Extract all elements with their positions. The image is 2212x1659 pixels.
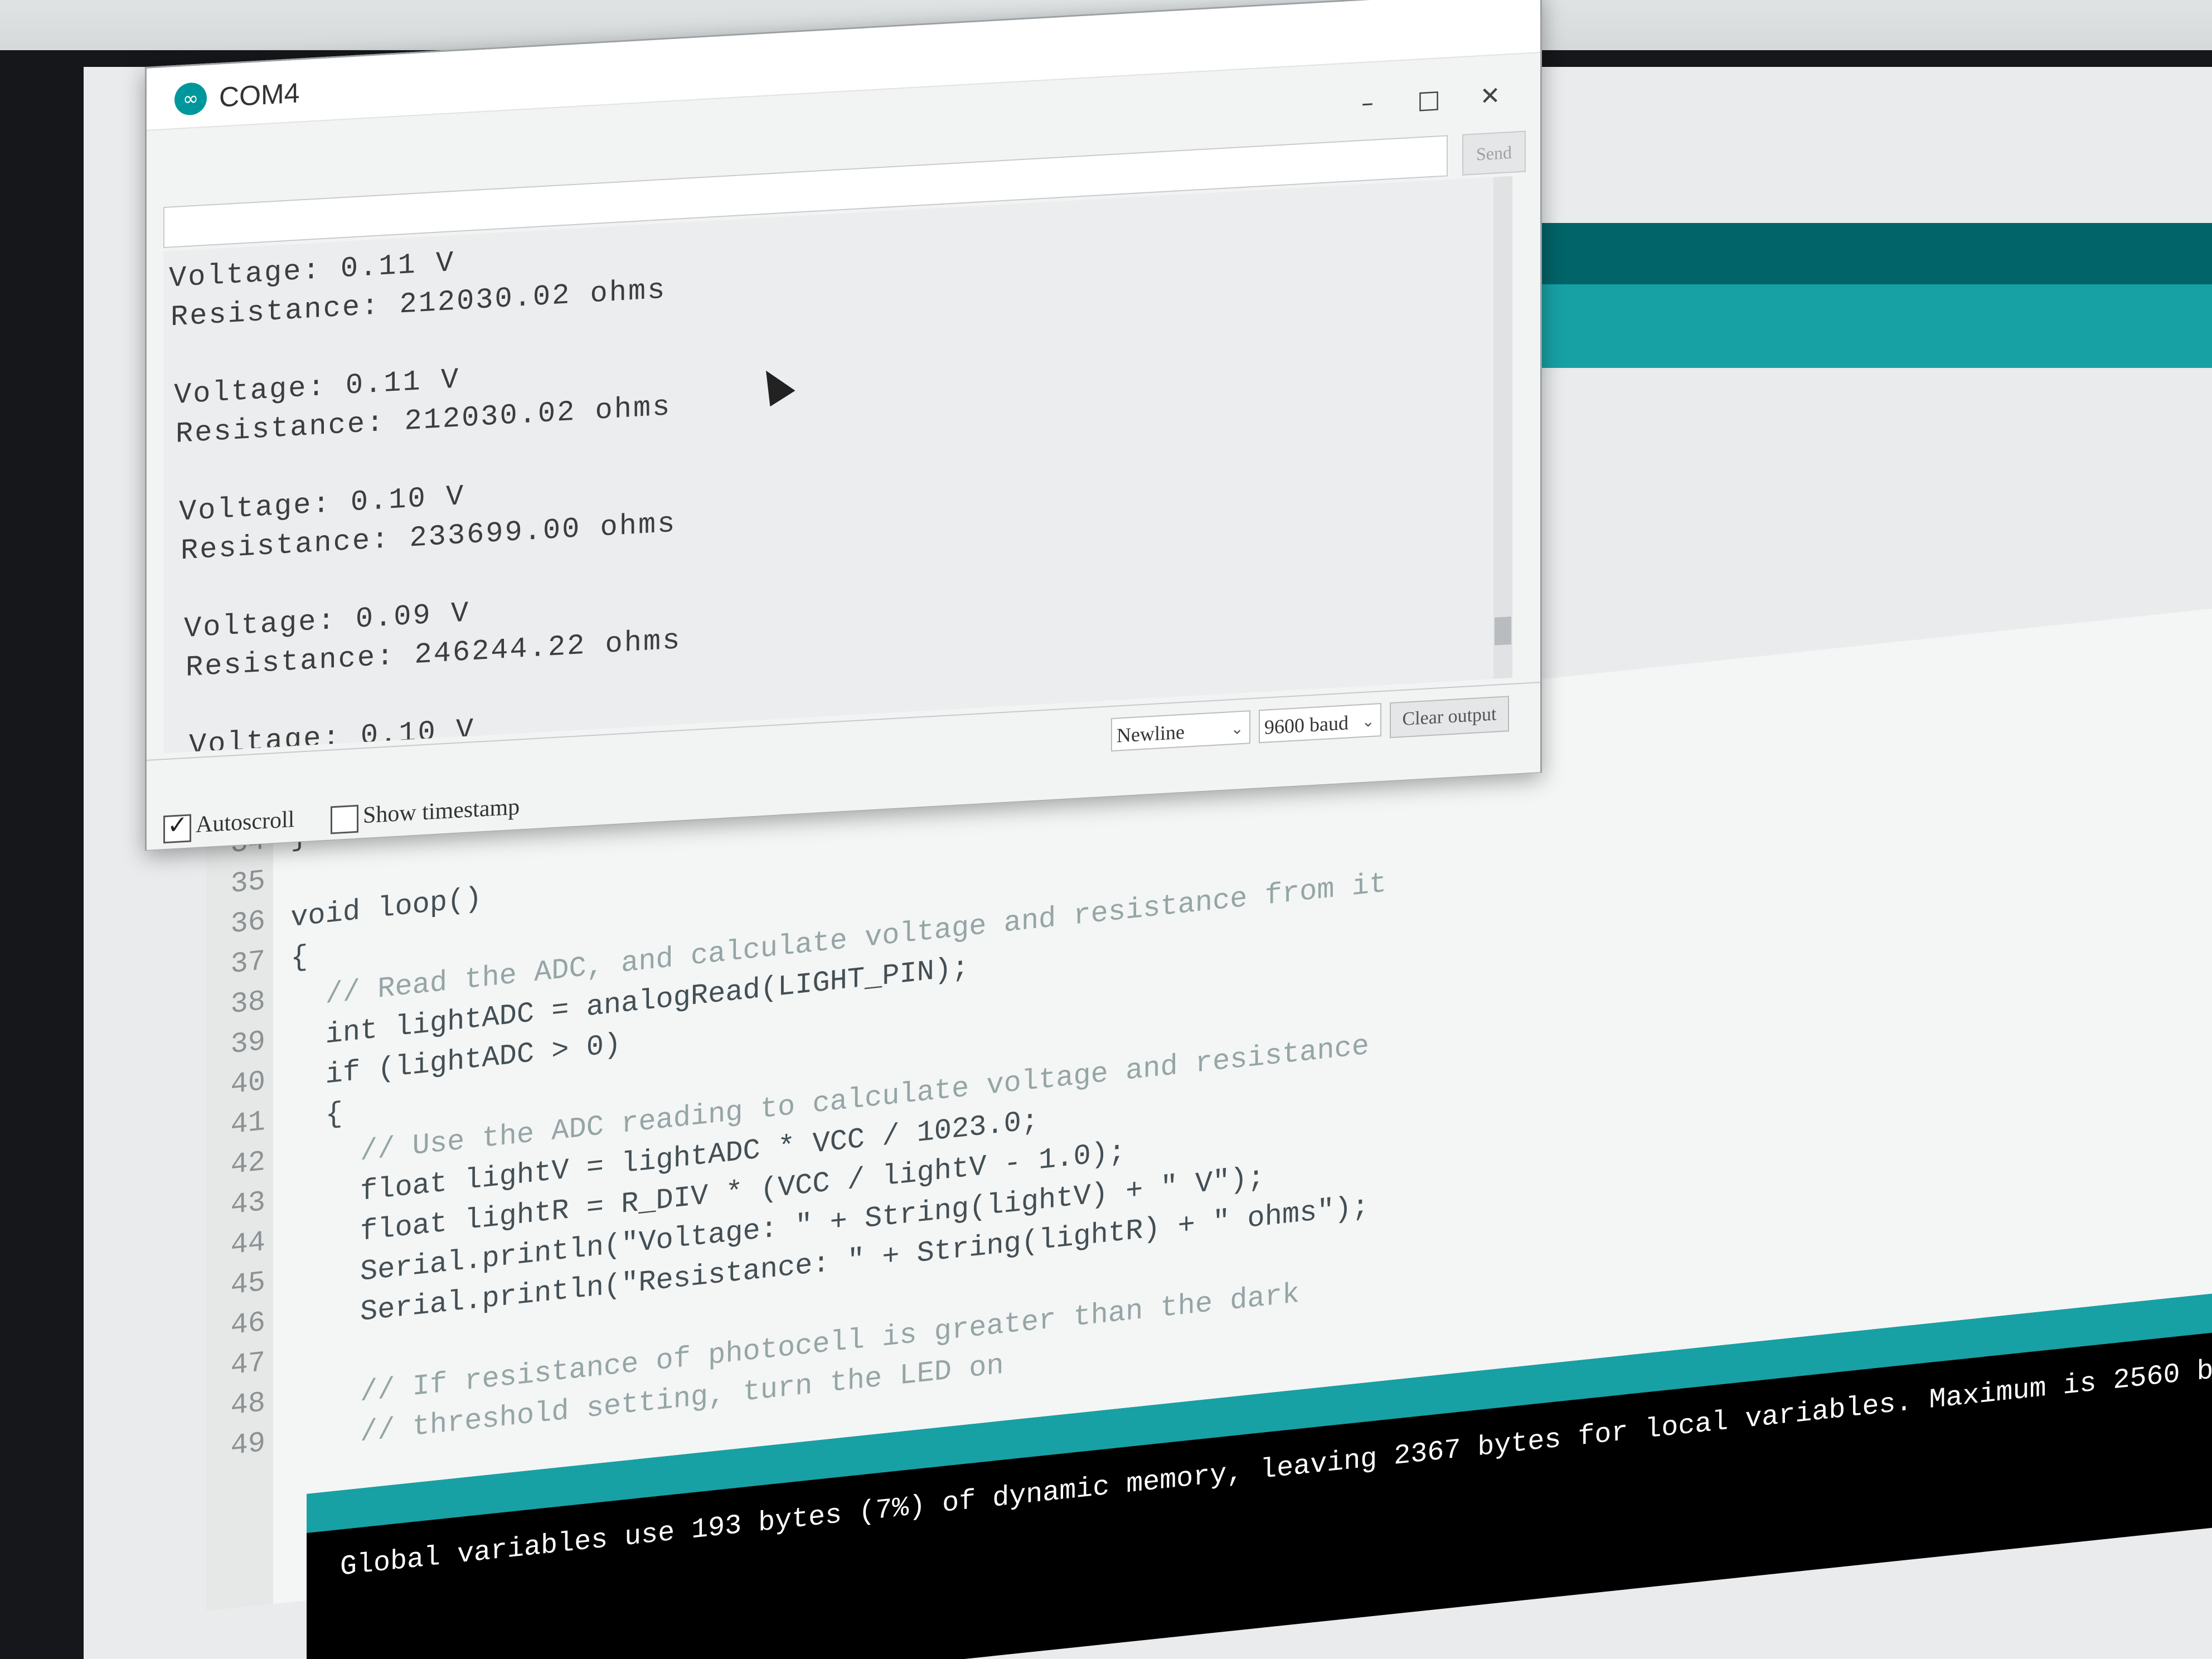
line-number: 44 [230,1225,265,1263]
minimize-icon[interactable]: – [1340,77,1395,130]
clear-output-button[interactable]: Clear output [1390,696,1509,739]
line-number: 37 [230,944,265,982]
chevron-down-icon: ⌄ [1361,711,1375,731]
serial-monitor-window: ∞ COM4 – □ ✕ Send Voltage: 0.11 V Resista… [145,0,1542,851]
line-number: 46 [230,1306,265,1343]
line-number: 39 [230,1025,265,1062]
code-text: void loop() [290,882,482,935]
chevron-down-icon: ⌄ [1230,719,1244,739]
line-number: 43 [230,1185,265,1223]
line-number: 47 [230,1346,265,1383]
show-timestamp-label: Show timestamp [363,794,520,829]
line-number: 40 [230,1065,265,1102]
line-number: 49 [230,1426,265,1463]
serial-output: Voltage: 0.11 V Resistance: 212030.02 ohm… [163,176,1512,754]
line-number: 45 [230,1265,265,1303]
line-number: 41 [230,1105,265,1142]
line-ending-select[interactable]: Newline ⌄ [1111,710,1250,752]
scrollbar-thumb[interactable] [1495,616,1511,646]
code-text: { [290,1097,343,1136]
line-number: 38 [230,984,265,1022]
baud-rate-value: 9600 baud [1264,711,1348,739]
line-ending-value: Newline [1117,720,1185,747]
code-line[interactable]: 47 [206,1343,290,1391]
checkmark-icon: ✓ [167,810,188,840]
line-number: 36 [230,904,265,942]
show-timestamp-checkbox[interactable] [331,804,358,835]
ide-toolbar [1516,223,2212,284]
ide-tab-bar [1516,284,2212,368]
close-icon[interactable]: ✕ [1462,70,1518,123]
maximize-icon[interactable]: □ [1401,73,1457,127]
window-title: COM4 [219,77,300,113]
autoscroll-label: Autoscroll [196,806,295,838]
autoscroll-checkbox[interactable]: ✓ [163,810,191,844]
code-line[interactable]: 35 [206,862,290,910]
send-button[interactable]: Send [1462,130,1526,176]
baud-rate-select[interactable]: 9600 baud ⌄ [1259,702,1381,744]
code-text: { [290,940,308,976]
line-number: 35 [230,864,265,901]
arduino-infinity-icon: ∞ [174,81,207,117]
line-number: 42 [230,1145,265,1182]
line-number: 48 [230,1386,265,1423]
output-scrollbar[interactable] [1493,176,1512,679]
